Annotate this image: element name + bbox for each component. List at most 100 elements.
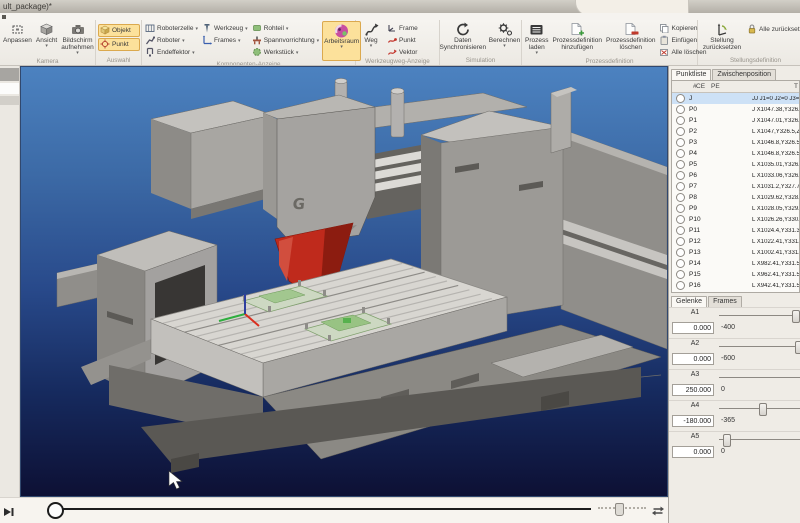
right-panel: Punktliste Zwischenposition # CE PE T JJ… (668, 66, 800, 523)
point-radio[interactable] (676, 160, 685, 169)
daten-synchronisieren-button[interactable]: Daten Synchronisieren (439, 21, 486, 52)
werkzeug-button[interactable]: Werkzeug ▾ (201, 23, 249, 34)
prozessdefinition-loeschen-button[interactable]: Prozessdefinition löschen (605, 21, 657, 52)
point-row[interactable]: P5 L X1035.01,Y326.55,Z80 (672, 159, 799, 170)
prozess-laden-caret: ▾ (535, 50, 538, 57)
point-row[interactable]: P12 L X1022.41,Y331.5,Z80, (672, 236, 799, 247)
werkstueck-label: Werkstück (263, 49, 294, 56)
objekt-button[interactable]: Objekt (98, 24, 140, 37)
point-row[interactable]: P3 L X1046.8,Y326.5,Z80,R (672, 137, 799, 148)
point-radio[interactable] (676, 270, 685, 279)
werkstueck-button[interactable]: Werkstück ▾ (251, 47, 320, 58)
joint-value-input[interactable] (672, 446, 714, 458)
point-row[interactable]: P10 L X1026.26,Y330.87,Z80 (672, 214, 799, 225)
joint-slider-track[interactable] (719, 346, 800, 347)
point-data: L X1031.2,Y327.73,Z80, (752, 183, 799, 190)
bildschirm-aufnehmen-button[interactable]: Bildschirm aufnehmen ▾ (60, 21, 95, 58)
volume-handle[interactable] (615, 503, 624, 516)
point-radio[interactable] (676, 182, 685, 191)
joint-slider-handle[interactable] (794, 341, 800, 354)
punkt-display-label: Punkt (399, 37, 416, 44)
frames-button[interactable]: Frames ▾ (201, 35, 249, 46)
point-radio[interactable] (676, 259, 685, 268)
roboter-button[interactable]: Roboter ▾ (144, 35, 199, 46)
point-radio[interactable] (676, 105, 685, 114)
point-radio[interactable] (676, 237, 685, 246)
loop-icon[interactable] (651, 504, 665, 522)
tab-zwischenposition[interactable]: Zwischenposition (712, 69, 777, 80)
point-data: JJ J1=0 J2=0 J3=250 J4 (752, 95, 799, 102)
tab-frames[interactable]: Frames (708, 296, 742, 307)
point-radio[interactable] (676, 127, 685, 136)
roboterzelle-button[interactable]: Roboterzelle ▾ (144, 23, 199, 34)
point-radio[interactable] (676, 94, 685, 103)
tab-punktliste[interactable]: Punktliste (671, 69, 712, 80)
point-row[interactable]: P13 L X1002.41,Y331.5,Z80, (672, 247, 799, 258)
ribbon-group-stellungsdefinition: Stellung zurücksetzen Alle zurücksetzen … (698, 20, 800, 65)
progress-track[interactable] (63, 508, 591, 510)
punkt-select-button[interactable]: Punkt (98, 38, 140, 51)
point-radio[interactable] (676, 193, 685, 202)
vektor-display-button[interactable]: Vektor (386, 47, 419, 58)
point-row[interactable]: P14 L X982.41,Y331.5,Z80,R (672, 258, 799, 269)
joint-slider-handle[interactable] (759, 403, 768, 416)
point-radio[interactable] (676, 248, 685, 257)
point-row[interactable]: P2 L X1047,Y326.5,Z80,Rz0 (672, 126, 799, 137)
tab-gelenke[interactable]: Gelenke (671, 296, 708, 307)
anpassen-button[interactable]: Anpassen (2, 21, 33, 45)
point-row[interactable]: P4 L X1046.8,Y326.5,Z80,R (672, 148, 799, 159)
point-data: L X1028.05,Y329.99,Z80 (752, 205, 799, 212)
spannvorrichtung-button[interactable]: Spannvorrichtung ▾ (251, 35, 320, 46)
point-row[interactable]: P1 J X1047.01,Y326.5,Z90, (672, 115, 799, 126)
prozess-laden-label: Prozess laden (525, 37, 549, 52)
point-row[interactable]: P6 L X1033.06,Y326.95,Z80 (672, 170, 799, 181)
berechnen-button[interactable]: Berechnen ▾ (488, 21, 521, 51)
point-row[interactable]: P9 L X1028.05,Y329.99,Z80 (672, 203, 799, 214)
point-radio[interactable] (676, 204, 685, 213)
point-data: L X1047,Y326.5,Z80,Rz0 (752, 128, 799, 135)
point-row[interactable]: P7 L X1031.2,Y327.73,Z80, (672, 181, 799, 192)
point-radio[interactable] (676, 226, 685, 235)
kopieren-label: Kopieren (671, 25, 698, 32)
joint-value-input[interactable] (672, 415, 714, 427)
rohteil-button[interactable]: Rohteil ▾ (251, 23, 320, 34)
punkt-display-button[interactable]: Punkt (386, 35, 419, 46)
point-row[interactable]: P11 L X1024.4,Y331.36,Z80, (672, 225, 799, 236)
joint-slider-track[interactable] (719, 439, 800, 440)
endeffektor-button[interactable]: Endeffektor ▾ (144, 47, 199, 58)
3d-viewport[interactable]: G (20, 66, 668, 497)
joint-value-input[interactable] (672, 322, 714, 334)
prozessdefinition-hinzufuegen-button[interactable]: Prozessdefinition hinzufügen (551, 21, 603, 52)
cnc-machine-model: G (56, 78, 667, 490)
point-radio[interactable] (676, 149, 685, 158)
point-row[interactable]: P0 J X1047.38,Y326.5,Z480 (672, 104, 799, 115)
joint-min-label: -365 (721, 417, 736, 424)
point-row[interactable]: P8 L X1029.62,Y328.8,Z80, (672, 192, 799, 203)
point-row[interactable]: P16 L X942.41,Y331.5,Z80,R (672, 280, 799, 291)
weg-button[interactable]: Weg ▾ (358, 21, 384, 51)
alle-zuruecksetzen-button[interactable]: Alle zurücksetzen (746, 24, 800, 35)
joint-slider-track[interactable] (719, 377, 800, 378)
group-label-prozessdefinition: Prozessdefinition (585, 58, 634, 65)
joint-slider-track[interactable] (719, 315, 800, 316)
point-row[interactable]: P15 L X962.41,Y331.5,Z80,R (672, 269, 799, 280)
workpiece-icon (252, 47, 262, 59)
point-data: L X1022.41,Y331.5,Z80, (752, 238, 799, 245)
point-radio[interactable] (676, 171, 685, 180)
point-radio[interactable] (676, 116, 685, 125)
frame-display-button[interactable]: Frame (386, 23, 419, 34)
joint-value-input[interactable] (672, 353, 714, 365)
skip-to-end-icon[interactable] (3, 505, 15, 523)
point-radio[interactable] (676, 281, 685, 290)
playhead-handle[interactable] (47, 502, 64, 519)
joint-row: A1 -400 (669, 307, 800, 338)
prozess-laden-button[interactable]: Prozess laden ▾ (524, 21, 549, 58)
stellung-zuruecksetzen-button[interactable]: Stellung zurücksetzen (700, 21, 744, 52)
point-radio[interactable] (676, 215, 685, 224)
joint-value-input[interactable] (672, 384, 714, 396)
joint-slider-handle[interactable] (792, 310, 800, 323)
ansicht-button[interactable]: Ansicht ▾ (35, 21, 58, 51)
point-row[interactable]: J JJ J1=0 J2=0 J3=250 J4 (672, 93, 799, 104)
joint-slider-handle[interactable] (722, 434, 731, 447)
point-radio[interactable] (676, 138, 685, 147)
